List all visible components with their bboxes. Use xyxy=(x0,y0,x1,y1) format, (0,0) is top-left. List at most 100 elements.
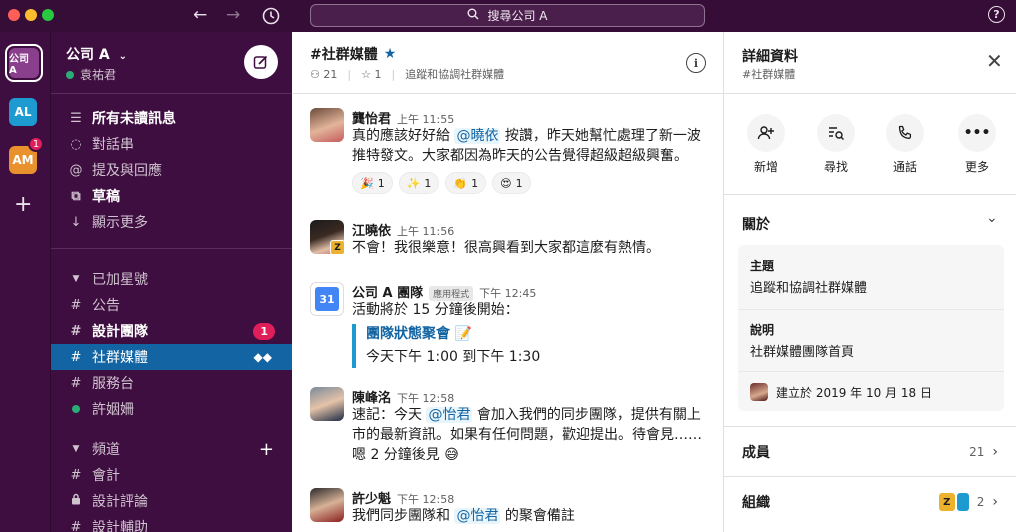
find-button[interactable]: 尋找 xyxy=(806,114,866,175)
sidebar-item-announcements[interactable]: # 公告 xyxy=(51,292,292,318)
details-subtitle: #社群媒體 xyxy=(742,68,796,81)
minimize-window-button[interactable] xyxy=(25,9,37,21)
text-segment: 真的應該好好給 xyxy=(352,128,455,144)
message-author[interactable]: 許少魁 xyxy=(352,488,391,507)
sidebar-item-unread[interactable]: ☰ 所有未讀訊息 xyxy=(51,105,292,131)
history-clock-icon[interactable] xyxy=(262,4,280,31)
message: 許少魁 下午 12:58 我們同步團隊和 @怡君 的聚會備註 xyxy=(310,488,710,532)
about-header[interactable]: 關於 xyxy=(742,214,770,234)
sidebar-item-show-more[interactable]: ↓ 顯示更多 xyxy=(51,209,292,235)
message-timestamp[interactable]: 下午 12:58 xyxy=(397,491,454,507)
help-icon[interactable]: ? xyxy=(988,6,1005,23)
workspace-menu[interactable]: 公司 A ⌄ xyxy=(66,44,127,64)
calendar-app-avatar[interactable]: 31 xyxy=(310,282,344,316)
more-button[interactable]: ••• 更多 xyxy=(947,114,1007,175)
compose-button[interactable] xyxy=(244,45,278,79)
reaction-pill[interactable]: 🎉 1 xyxy=(352,172,393,194)
pin-icon: ☆ xyxy=(361,67,371,81)
user-status[interactable]: 袁祐君 xyxy=(66,66,116,83)
close-icon[interactable]: ✕ xyxy=(986,50,1003,72)
back-arrow-icon[interactable]: ← xyxy=(193,4,207,26)
member-count-button[interactable]: ⚇ 21 xyxy=(310,68,337,81)
call-button[interactable]: 通話 xyxy=(875,114,935,175)
channel-hash-icon: # xyxy=(70,349,82,365)
event-time: 今天下午 1:00 到下午 1:30 xyxy=(366,349,541,365)
message-timestamp[interactable]: 上午 11:56 xyxy=(397,223,454,239)
sidebar-item-threads[interactable]: ◌ 對話串 xyxy=(51,131,292,157)
organizations-row[interactable]: 組織 Z 2 › xyxy=(724,478,1016,526)
creator-avatar[interactable] xyxy=(750,383,768,401)
workspace-switcher-active[interactable]: 公司 A xyxy=(5,44,43,82)
workspace-al[interactable]: AL xyxy=(9,98,37,126)
message-timestamp[interactable]: 下午 12:58 xyxy=(397,390,454,406)
info-icon[interactable]: i xyxy=(686,53,706,73)
user-mention[interactable]: @怡君 xyxy=(426,407,473,423)
avatar[interactable] xyxy=(310,488,344,522)
more-icon: ••• xyxy=(958,114,996,152)
sidebar-item-design-team[interactable]: # 設計團隊 1 xyxy=(51,318,292,344)
channel-hash-icon: # xyxy=(70,323,82,339)
shared-channel-icon: ◆◆ xyxy=(253,350,272,364)
action-label: 通話 xyxy=(892,160,917,174)
message-timestamp[interactable]: 上午 11:55 xyxy=(397,111,454,127)
user-mention[interactable]: @怡君 xyxy=(454,508,501,524)
section-label: 頻道 xyxy=(92,442,120,458)
sidebar-item-design-review[interactable]: 設計評論 xyxy=(51,488,292,514)
channel-hash-icon: # xyxy=(70,375,82,391)
message-author[interactable]: 龔怡君 xyxy=(352,108,391,127)
message-timestamp[interactable]: 下午 12:45 xyxy=(479,285,536,301)
sidebar-item-label: 會計 xyxy=(92,468,120,484)
sidebar-item-dm-user[interactable]: 許姻姍 xyxy=(51,396,292,422)
message-author[interactable]: 公司 A 團隊 xyxy=(352,282,423,301)
channel-header: #社群媒體 ★ ⚇ 21 | ☆ 1 | 追蹤和協調社群媒體 i xyxy=(292,32,724,94)
members-row[interactable]: 成員 21 › xyxy=(724,428,1016,476)
sidebar-item-mentions[interactable]: @ 提及與回應 xyxy=(51,157,292,183)
online-status-icon xyxy=(66,70,74,79)
message-author[interactable]: 陳峰洺 xyxy=(352,387,391,406)
close-window-button[interactable] xyxy=(8,9,20,21)
section-label: 已加星號 xyxy=(92,272,148,288)
chevron-right-icon: › xyxy=(992,444,998,460)
sidebar-item-help-desk[interactable]: # 服務台 xyxy=(51,370,292,396)
star-icon[interactable]: ★ xyxy=(384,46,397,62)
message-author[interactable]: 江曉依 xyxy=(352,220,391,239)
title-bar: ← → 搜尋公司 A ? xyxy=(0,0,1016,32)
channel-title-button[interactable]: #社群媒體 ★ xyxy=(310,44,396,64)
sidebar-item-label: 社群媒體 xyxy=(92,350,148,366)
sidebar-item-label: 草稿 xyxy=(92,189,120,205)
description-value[interactable]: 社群媒體團隊首頁 xyxy=(750,341,854,360)
avatar[interactable] xyxy=(310,387,344,421)
sidebar-item-label: 許姻姍 xyxy=(92,402,134,418)
avatar[interactable] xyxy=(310,108,344,142)
add-workspace-icon[interactable]: + xyxy=(14,192,32,217)
reaction-pill[interactable]: 😍 1 xyxy=(492,172,531,194)
pinned-count-button[interactable]: ☆ 1 xyxy=(361,68,381,81)
zoom-window-button[interactable] xyxy=(42,9,54,21)
sidebar-item-accounting[interactable]: # 會計 xyxy=(51,462,292,488)
channels-section-header[interactable]: ▼ 頻道 + xyxy=(51,436,292,462)
reaction-count: 1 xyxy=(377,176,385,190)
sidebar-item-drafts[interactable]: ⧉ 草稿 xyxy=(51,183,292,209)
add-people-button[interactable]: 新增 xyxy=(736,114,796,175)
add-channel-icon[interactable]: + xyxy=(259,439,274,460)
reaction-pill[interactable]: 👏 1 xyxy=(445,172,487,194)
channel-hash-icon: # xyxy=(70,297,82,313)
channel-topic[interactable]: 追蹤和協調社群媒體 xyxy=(405,66,504,82)
reaction-pill[interactable]: ✨ 1 xyxy=(398,172,440,194)
chevron-down-icon[interactable]: ⌄ xyxy=(986,210,998,226)
channel-hash-icon: # xyxy=(70,519,82,532)
search-input[interactable]: 搜尋公司 A xyxy=(310,4,705,27)
sparkles-emoji: ✨ xyxy=(406,176,421,190)
caret-down-icon: ▼ xyxy=(72,444,80,454)
sidebar-item-design-assist[interactable]: # 設計輔助 xyxy=(51,514,292,532)
sidebar-item-social-media[interactable]: # 社群媒體 ◆◆ xyxy=(51,344,292,370)
online-status-icon xyxy=(68,402,84,417)
starred-section-header[interactable]: ▼ 已加星號 xyxy=(51,266,292,292)
event-title-link[interactable]: 團隊狀態聚會 📝 xyxy=(366,324,710,344)
user-name: 袁祐君 xyxy=(80,68,117,82)
channel-hash-icon: # xyxy=(70,467,82,483)
forward-arrow-icon[interactable]: → xyxy=(226,4,240,26)
topic-value[interactable]: 追蹤和協調社群媒體 xyxy=(750,277,867,296)
user-mention[interactable]: @曉依 xyxy=(454,128,501,144)
details-panel: 詳細資料 #社群媒體 ✕ 新增 尋找 通話 ••• 更多 關於 ⌄ 主題 追蹤和… xyxy=(724,32,1016,532)
